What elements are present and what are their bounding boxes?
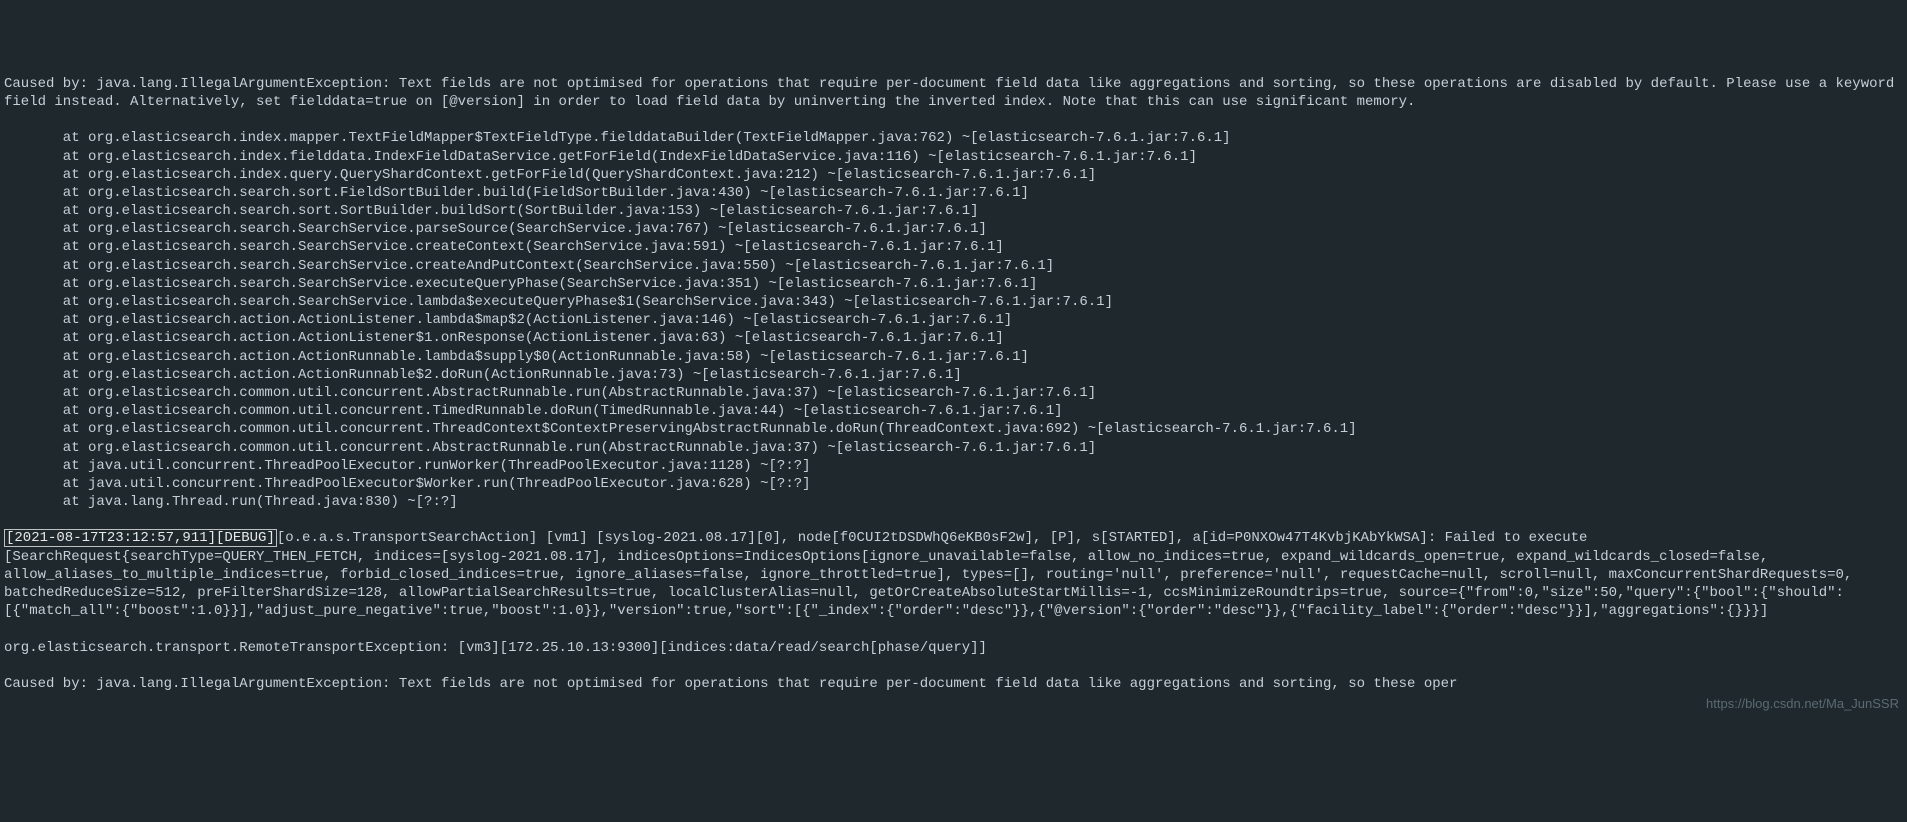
stack-trace-line: at org.elasticsearch.search.sort.FieldSo… [4,184,1903,202]
stack-trace-line: at org.elasticsearch.search.sort.SortBui… [4,202,1903,220]
stack-trace-line: at org.elasticsearch.search.SearchServic… [4,257,1903,275]
timestamp-level-highlight: [2021-08-17T23:12:57,911][DEBUG] [4,529,277,547]
stack-trace-line: at org.elasticsearch.action.ActionRunnab… [4,348,1903,366]
stack-trace-line: at java.util.concurrent.ThreadPoolExecut… [4,475,1903,493]
stack-trace-line: at org.elasticsearch.action.ActionRunnab… [4,366,1903,384]
stack-trace-line: at org.elasticsearch.index.fielddata.Ind… [4,148,1903,166]
caused-by-line-2: Caused by: java.lang.IllegalArgumentExce… [4,675,1903,693]
stack-trace-line: at org.elasticsearch.search.SearchServic… [4,293,1903,311]
stack-trace-line: at org.elasticsearch.search.SearchServic… [4,220,1903,238]
debug-line: [2021-08-17T23:12:57,911][DEBUG][o.e.a.s… [4,529,1903,620]
watermark: https://blog.csdn.net/Ma_JunSSR [1706,696,1899,713]
stack-trace-line: at java.util.concurrent.ThreadPoolExecut… [4,457,1903,475]
stack-trace-line: at org.elasticsearch.action.ActionListen… [4,329,1903,347]
stack-trace-line: at java.lang.Thread.run(Thread.java:830)… [4,493,1903,511]
stack-trace-line: at org.elasticsearch.index.query.QuerySh… [4,166,1903,184]
stack-trace-line: at org.elasticsearch.common.util.concurr… [4,420,1903,438]
stack-trace-line: at org.elasticsearch.search.SearchServic… [4,275,1903,293]
stack-trace-line: at org.elasticsearch.common.util.concurr… [4,384,1903,402]
stack-trace-line: at org.elasticsearch.index.mapper.TextFi… [4,129,1903,147]
debug-message: [o.e.a.s.TransportSearchAction] [vm1] [s… [4,530,1861,619]
remote-exception-line: org.elasticsearch.transport.RemoteTransp… [4,639,1903,657]
stack-trace-line: at org.elasticsearch.common.util.concurr… [4,439,1903,457]
stack-trace: at org.elasticsearch.index.mapper.TextFi… [4,129,1903,511]
stack-trace-line: at org.elasticsearch.action.ActionListen… [4,311,1903,329]
stack-trace-line: at org.elasticsearch.common.util.concurr… [4,402,1903,420]
caused-by-line: Caused by: java.lang.IllegalArgumentExce… [4,75,1903,111]
stack-trace-line: at org.elasticsearch.search.SearchServic… [4,238,1903,256]
